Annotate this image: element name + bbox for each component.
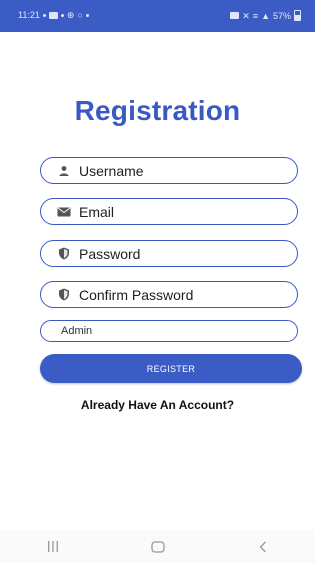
confirm-password-field[interactable]	[40, 281, 298, 308]
back-icon	[259, 541, 266, 552]
username-field[interactable]	[40, 157, 298, 184]
home-icon	[150, 540, 165, 553]
role-input[interactable]	[61, 325, 261, 337]
register-button[interactable]: REGISTER	[40, 354, 302, 383]
notification-icon	[60, 13, 64, 17]
shield-icon	[57, 288, 71, 302]
shield-icon	[57, 247, 71, 261]
password-input[interactable]	[79, 245, 279, 262]
notification-icon	[42, 13, 46, 17]
alarm-icon	[230, 12, 240, 19]
login-link[interactable]: Already Have An Account?	[0, 398, 315, 412]
status-bar: 11:21 ⊕ ○ ✕ ≡ ▲ 57%	[0, 0, 315, 32]
envelope-icon	[57, 205, 71, 219]
recents-button[interactable]	[33, 536, 73, 558]
status-left: 11:21 ⊕ ○	[18, 10, 89, 20]
role-field[interactable]	[40, 320, 298, 342]
mute-icon: ✕	[242, 10, 250, 21]
battery-icon	[294, 10, 301, 21]
notification-icon: ○	[77, 10, 83, 20]
confirm-password-input[interactable]	[79, 286, 279, 303]
battery-percent: 57%	[272, 10, 291, 21]
back-button[interactable]	[243, 536, 283, 558]
wifi-icon: ≡	[252, 10, 259, 21]
recents-icon	[47, 541, 58, 552]
email-field[interactable]	[40, 198, 298, 225]
status-right: ✕ ≡ ▲ 57%	[230, 10, 301, 21]
status-time: 11:21	[18, 10, 40, 20]
navigation-bar	[0, 530, 315, 563]
page-title: Registration	[74, 95, 241, 126]
home-button[interactable]	[138, 536, 178, 558]
email-input[interactable]	[79, 203, 279, 220]
password-field[interactable]	[40, 240, 298, 267]
signal-icon: ▲	[261, 10, 270, 21]
message-icon	[48, 11, 58, 19]
username-input[interactable]	[79, 162, 279, 179]
notification-icon: ⊕	[66, 10, 75, 20]
person-icon	[57, 164, 71, 178]
more-notifications-icon	[85, 13, 89, 17]
